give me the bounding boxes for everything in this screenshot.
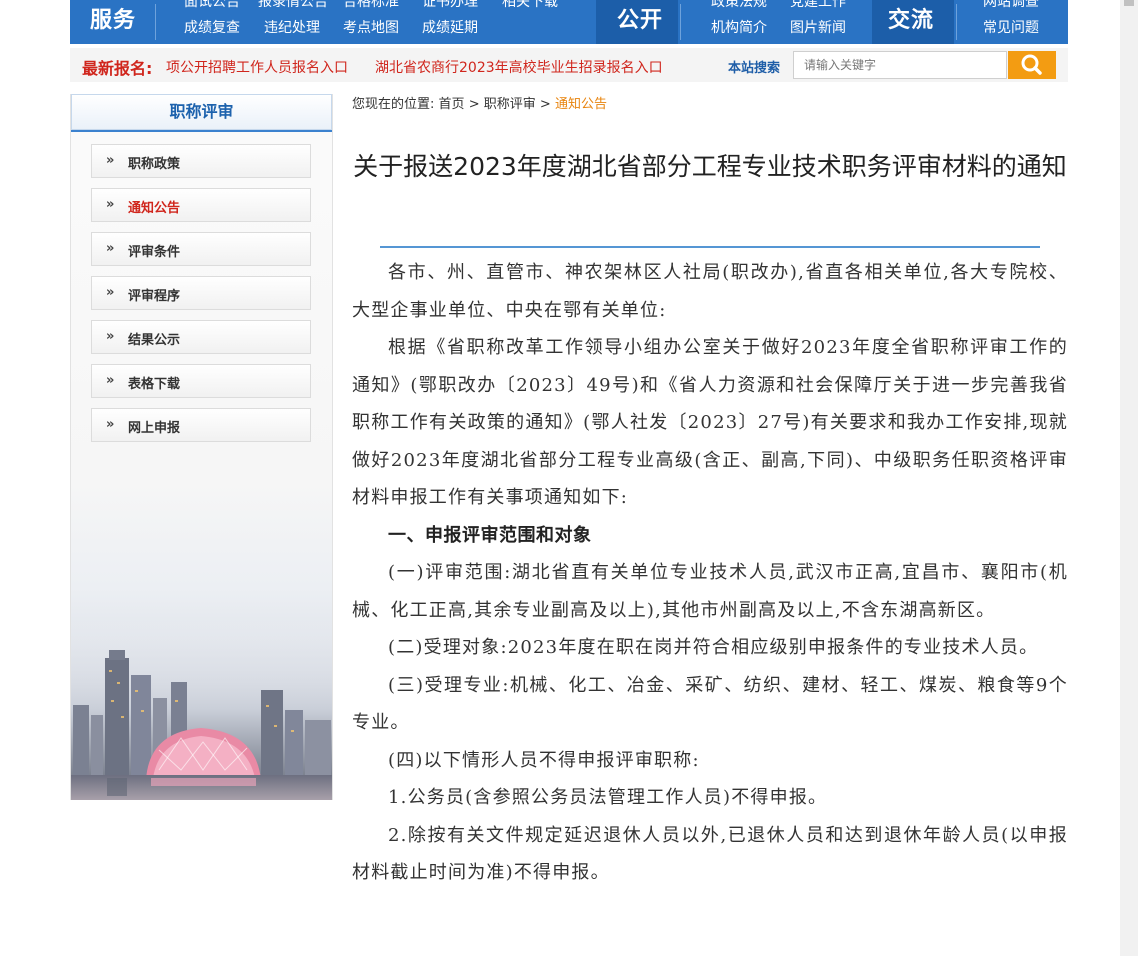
article-paragraph: 1.公务员(含参照公务员法管理工作人员)不得申报。 bbox=[388, 787, 828, 808]
sidebar-item-label: 职称政策 bbox=[128, 157, 181, 172]
sidebar-item-label: 结果公示 bbox=[128, 333, 181, 348]
sidebar-title: 职称评审 bbox=[71, 94, 332, 130]
nav-link-cut[interactable]: 面试公告 bbox=[184, 0, 240, 11]
article-section-heading: 一、申报评审范围和对象 bbox=[388, 524, 592, 546]
sidebar-item-label: 网上申报 bbox=[128, 421, 181, 436]
sidebar-item-title-policy[interactable]: » 职称政策 bbox=[91, 144, 311, 178]
double-chevron-icon: » bbox=[106, 329, 115, 344]
nav-link-cut[interactable]: 报录情公告 bbox=[258, 0, 328, 11]
article-paragraph: 根据《省职称改革工作领导小组办公室关于做好2023年度全省职称评审工作的通知》(… bbox=[352, 337, 1068, 508]
nav-divider bbox=[680, 4, 681, 40]
breadcrumb-separator: > bbox=[468, 97, 480, 112]
nav-section-title-service: 服务 bbox=[90, 8, 137, 33]
ticker-label: 最新报名: bbox=[82, 59, 153, 78]
article-paragraph: (二)受理对象:2023年度在职在岗并符合相应级别申报条件的专业技术人员。 bbox=[388, 637, 1039, 658]
breadcrumb-parent-link[interactable]: 职称评审 bbox=[484, 97, 536, 112]
ticker-link[interactable]: 项公开招聘工作人员报名入口 bbox=[166, 57, 348, 77]
top-nav: 服务 面试公告 报录情公告 合格标准 证书办理 相关下载 成绩复查 违纪处理 考… bbox=[70, 0, 1068, 44]
sidebar-item-review-conditions[interactable]: » 评审条件 bbox=[91, 232, 311, 266]
article-paragraph: 2.除按有关文件规定延迟退休人员以外,已退休人员和达到退休年龄人员(以申报材料截… bbox=[352, 824, 1068, 884]
search-icon bbox=[1021, 54, 1042, 75]
breadcrumb-separator: > bbox=[539, 97, 551, 112]
nav-link-exam-map[interactable]: 考点地图 bbox=[343, 17, 399, 37]
breadcrumb-home-link[interactable]: 首页 bbox=[439, 97, 465, 112]
ticker-link[interactable]: 湖北省农商行2023年高校毕业生招录报名入口 bbox=[375, 57, 663, 77]
sidebar-item-notices[interactable]: » 通知公告 bbox=[91, 188, 311, 222]
breadcrumb-prefix: 您现在的位置: bbox=[352, 97, 435, 112]
scrollbar[interactable] bbox=[1120, 0, 1138, 956]
article-paragraph: (四)以下情形人员不得申报评审职称: bbox=[388, 749, 700, 771]
sidebar-item-form-download[interactable]: » 表格下载 bbox=[91, 364, 311, 398]
nav-link-photo-news[interactable]: 图片新闻 bbox=[790, 17, 846, 37]
nav-link-discipline[interactable]: 违纪处理 bbox=[264, 17, 320, 37]
breadcrumb: 您现在的位置: 首页 > 职称评审 > 通知公告 bbox=[352, 93, 607, 112]
title-divider bbox=[380, 246, 1040, 248]
nav-divider bbox=[956, 4, 957, 40]
search-button[interactable] bbox=[1008, 51, 1056, 79]
nav-link-score-review[interactable]: 成绩复查 bbox=[184, 17, 240, 37]
scrollbar-thumb[interactable] bbox=[1124, 0, 1134, 6]
nav-section-title-public: 公开 bbox=[617, 8, 664, 33]
double-chevron-icon: » bbox=[106, 241, 115, 256]
nav-link-cut[interactable]: 政策法规 bbox=[711, 0, 767, 11]
double-chevron-icon: » bbox=[106, 373, 115, 388]
article-paragraph: (三)受理专业:机械、化工、冶金、采矿、纺织、建材、轻工、煤炭、粮食等9个专业。 bbox=[352, 674, 1068, 734]
article-title: 关于报送2023年度湖北省部分工程专业技术职务评审材料的通知 bbox=[353, 152, 1067, 181]
nav-link-cut[interactable]: 相关下载 bbox=[502, 0, 558, 11]
nav-link-cut[interactable]: 证书办理 bbox=[422, 0, 478, 11]
search-input[interactable] bbox=[793, 51, 1007, 79]
sidebar-item-label: 评审程序 bbox=[128, 289, 181, 304]
double-chevron-icon: » bbox=[106, 197, 115, 212]
nav-link-faq[interactable]: 常见问题 bbox=[983, 17, 1039, 37]
sidebar-item-label: 表格下载 bbox=[128, 377, 181, 392]
sidebar-title-underline bbox=[71, 130, 332, 132]
sidebar-item-review-procedure[interactable]: » 评审程序 bbox=[91, 276, 311, 310]
sidebar-item-result-publicity[interactable]: » 结果公示 bbox=[91, 320, 311, 354]
search-label: 本站搜索 bbox=[728, 61, 781, 76]
article-paragraph: (一)评审范围:湖北省直有关单位专业技术人员,武汉市正高,宜昌市、襄阳市(机械、… bbox=[352, 562, 1068, 621]
ticker-bar: 最新报名: 项公开招聘工作人员报名入口 湖北省农商行2023年高校毕业生招录报名… bbox=[70, 48, 1068, 82]
double-chevron-icon: » bbox=[106, 417, 115, 432]
nav-link-cut[interactable]: 网站调查 bbox=[983, 0, 1039, 11]
sidebar-item-label: 通知公告 bbox=[128, 201, 181, 216]
article-body: 各市、州、直管市、神农架林区人社局(职改办),省直各相关单位,各大专院校、大型企… bbox=[352, 254, 1068, 892]
city-skyline-image bbox=[71, 620, 332, 800]
nav-link-score-extension[interactable]: 成绩延期 bbox=[422, 17, 478, 37]
nav-link-org-intro[interactable]: 机构简介 bbox=[711, 17, 767, 37]
nav-link-cut[interactable]: 党建工作 bbox=[790, 0, 846, 11]
nav-divider bbox=[155, 4, 156, 40]
sidebar-item-label: 评审条件 bbox=[128, 245, 181, 260]
double-chevron-icon: » bbox=[106, 153, 115, 168]
article-paragraph: 各市、州、直管市、神农架林区人社局(职改办),省直各相关单位,各大专院校、大型企… bbox=[352, 262, 1068, 321]
nav-link-cut[interactable]: 合格标准 bbox=[343, 0, 399, 11]
breadcrumb-current[interactable]: 通知公告 bbox=[555, 97, 607, 112]
double-chevron-icon: » bbox=[106, 285, 115, 300]
sidebar-item-online-application[interactable]: » 网上申报 bbox=[91, 408, 311, 442]
sidebar: 职称评审 » 职称政策 » 通知公告 » 评审条件 » 评审程序 » 结果公示 … bbox=[70, 94, 333, 800]
nav-section-title-exchange: 交流 bbox=[888, 8, 935, 33]
